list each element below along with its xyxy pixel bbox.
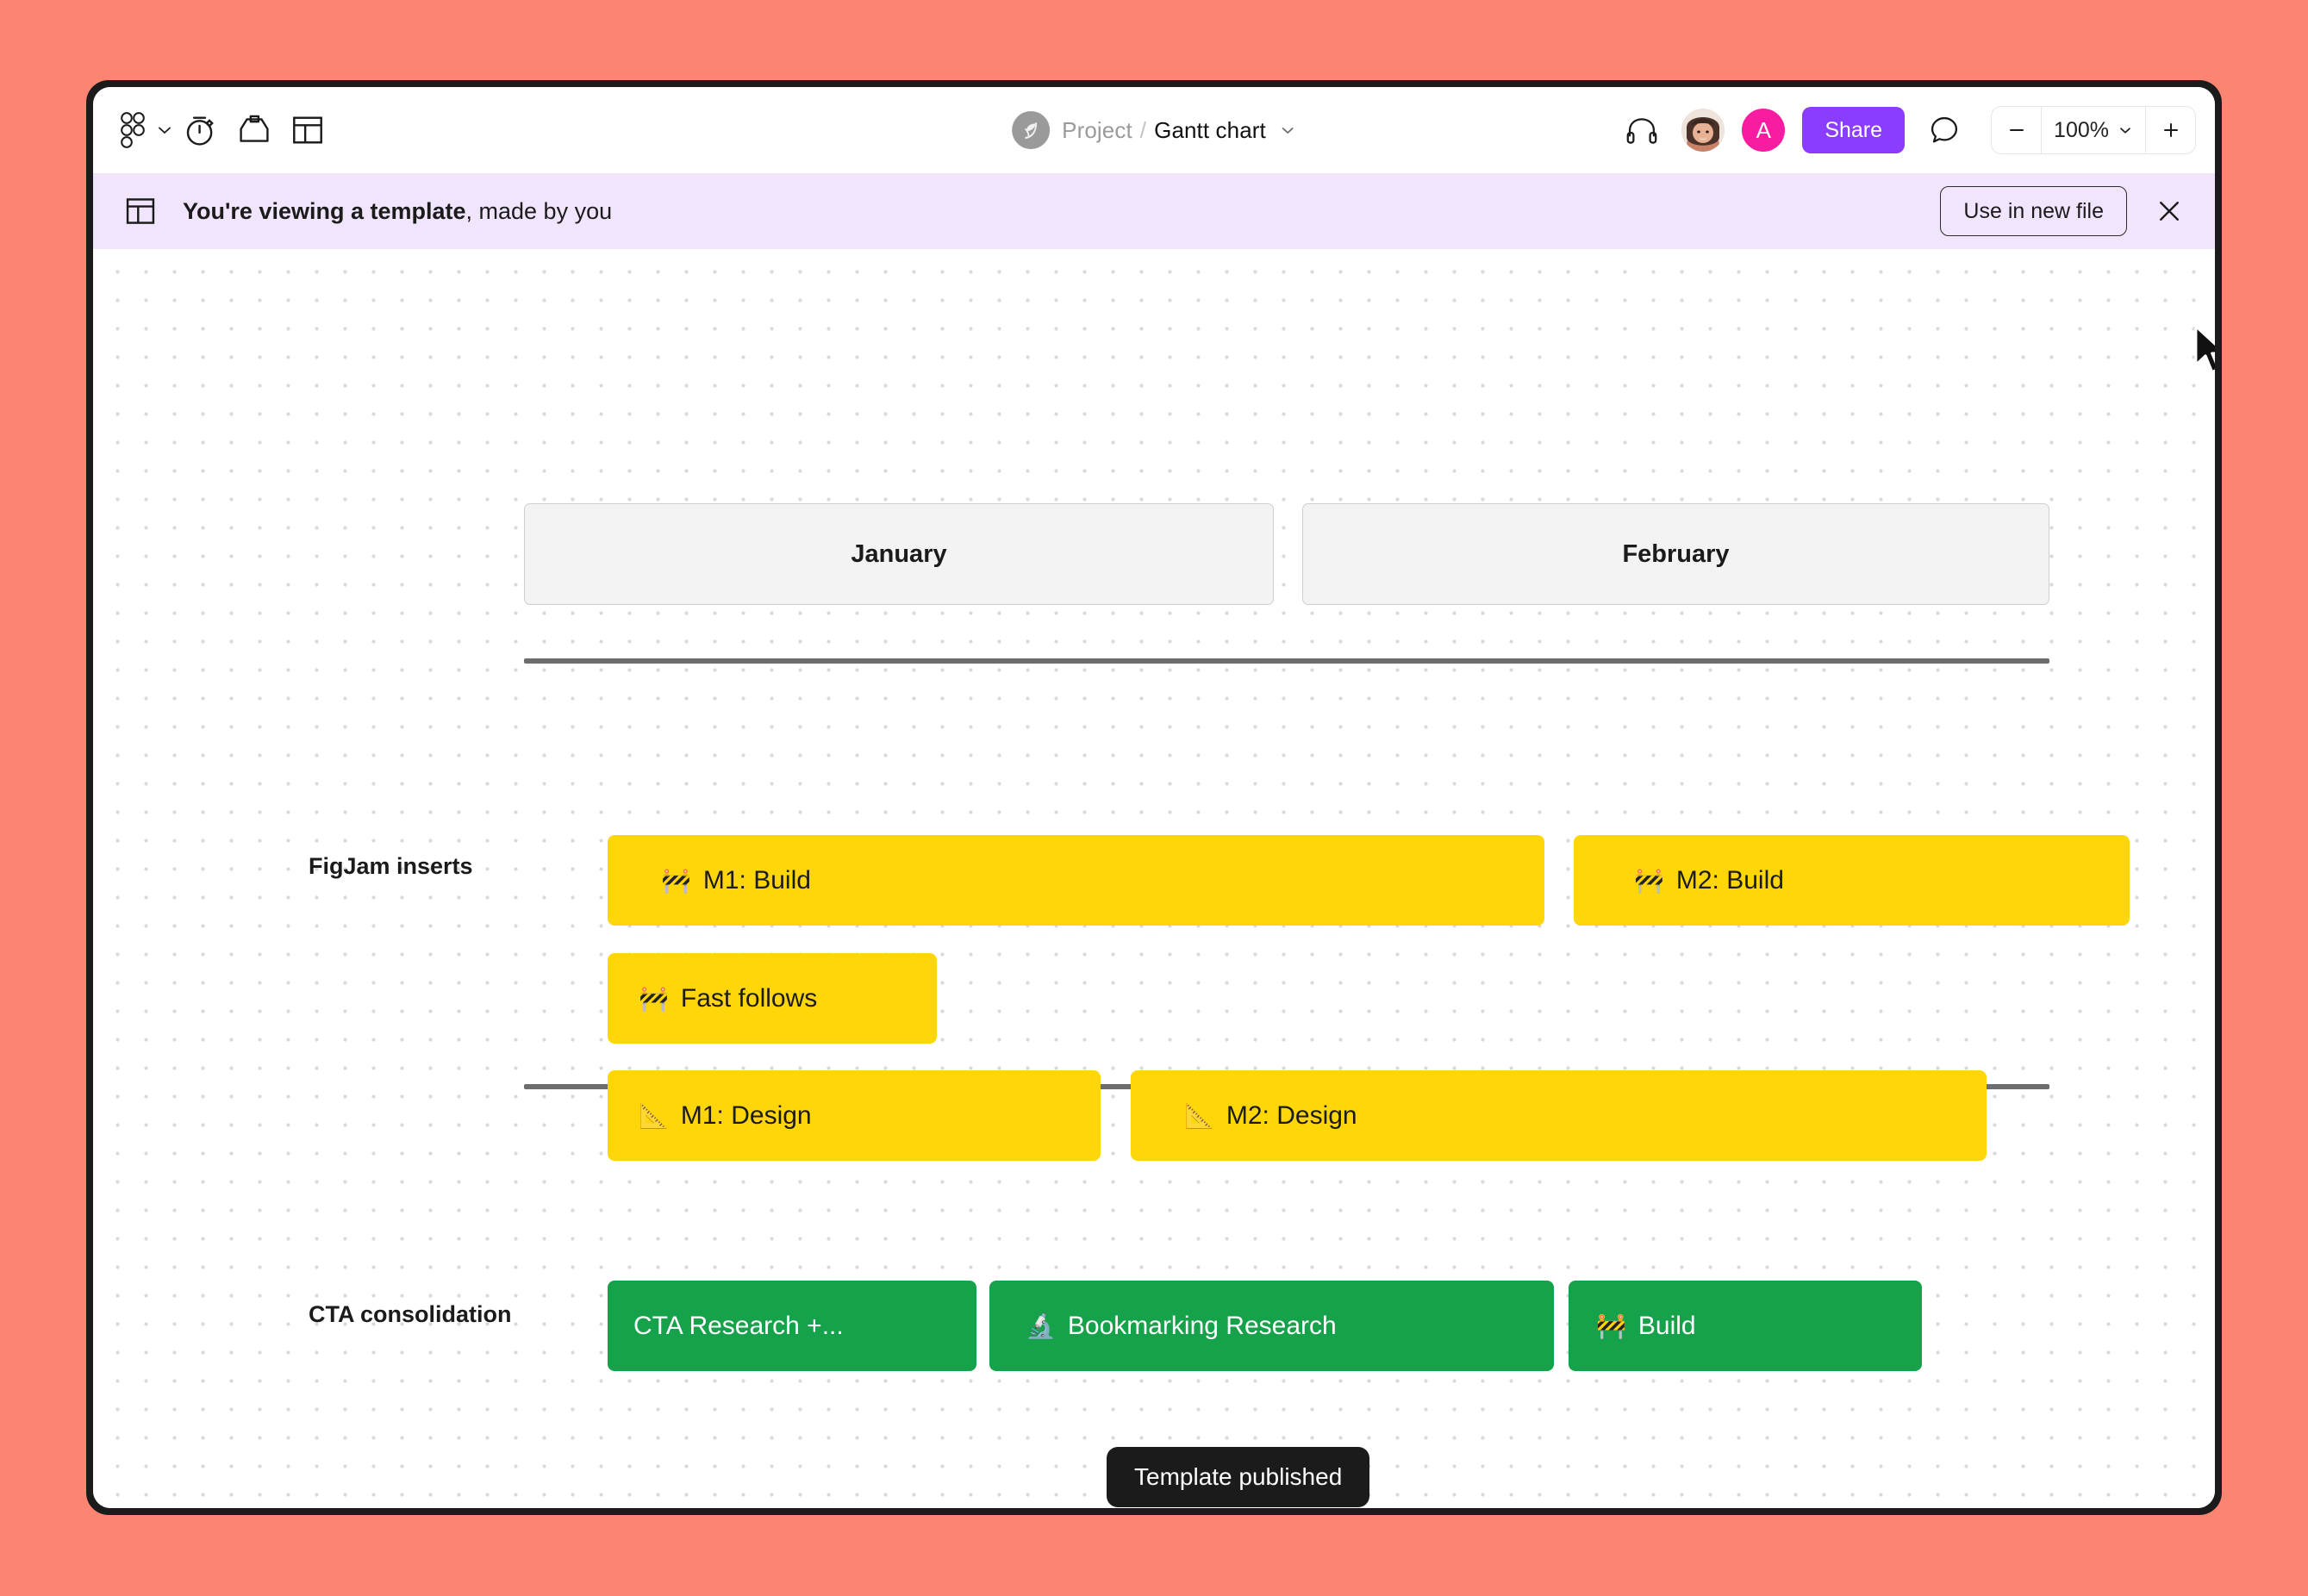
gantt-bar[interactable]: 🚧 M2: Build (1574, 835, 2130, 926)
template-banner-regular-text: , made by you (466, 198, 613, 224)
section-divider (524, 658, 2049, 664)
close-icon[interactable] (2149, 191, 2189, 231)
timer-icon[interactable] (174, 103, 228, 157)
avatar[interactable] (1681, 109, 1725, 152)
top-toolbar: Project / Gantt chart (93, 87, 2215, 173)
microscope-icon: 🔬 (1026, 1314, 1056, 1338)
gantt-bar-label: M2: Design (1226, 1101, 1357, 1131)
gantt-bar-label: M1: Build (703, 866, 811, 895)
top-toolbar-left-group (93, 103, 334, 157)
chevron-down-icon[interactable] (155, 103, 174, 157)
template-banner-actions: Use in new file (1940, 186, 2189, 236)
construction-icon: 🚧 (639, 987, 669, 1011)
avatar-initial[interactable]: A (1742, 109, 1785, 152)
template-layout-icon (124, 196, 157, 227)
gantt-month-header: January February (524, 503, 2049, 605)
row-group-label-figjam-inserts: FigJam inserts (309, 853, 473, 880)
template-banner-bold-text: You're viewing a template (183, 198, 466, 224)
gantt-bar[interactable]: 📐 M1: Design (608, 1070, 1101, 1161)
top-toolbar-right-group: A Share 100% (1619, 87, 2196, 173)
month-column-header[interactable]: January (524, 503, 1274, 605)
gantt-canvas[interactable]: January February FigJam inserts CTA cons… (93, 249, 2215, 1508)
month-column-header[interactable]: February (1302, 503, 2049, 605)
zoom-controls: 100% (1991, 106, 2196, 154)
gantt-bar-label: M2: Build (1676, 866, 1784, 895)
use-in-new-file-button[interactable]: Use in new file (1940, 186, 2127, 236)
gantt-bar[interactable]: 📐 M2: Design (1131, 1070, 1987, 1161)
project-leaf-icon (1012, 111, 1050, 149)
breadcrumb: Project / Gantt chart (1012, 87, 1296, 173)
gantt-bar[interactable]: 🔬 Bookmarking Research (989, 1281, 1554, 1371)
template-layout-icon[interactable] (281, 103, 334, 157)
construction-icon: 🚧 (1634, 869, 1664, 893)
zoom-level-dropdown[interactable]: 100% (2042, 107, 2145, 153)
breadcrumb-separator: / (1140, 117, 1146, 144)
comment-bubble-icon[interactable] (1922, 108, 1967, 153)
gantt-bar-label: CTA Research +... (633, 1312, 844, 1341)
zoom-level-value: 100% (2054, 118, 2109, 143)
gantt-bar[interactable]: 🚧 Build (1569, 1281, 1922, 1371)
gantt-bar-label: Fast follows (681, 984, 817, 1013)
breadcrumb-file-name[interactable]: Gantt chart (1154, 117, 1266, 144)
triangular-ruler-icon: 📐 (1184, 1104, 1214, 1128)
construction-icon: 🚧 (1596, 1314, 1626, 1338)
headphones-icon[interactable] (1619, 108, 1664, 153)
construction-icon: 🚧 (661, 869, 691, 893)
inbox-icon[interactable] (228, 103, 281, 157)
app-screen: Project / Gantt chart (93, 87, 2215, 1508)
gantt-bar[interactable]: 🚧 Fast follows (608, 953, 937, 1044)
share-button[interactable]: Share (1802, 107, 1905, 153)
figma-logo-icon[interactable] (110, 103, 155, 157)
gantt-bar[interactable]: 🚧 M1: Build (608, 835, 1544, 926)
gantt-bar-label: M1: Design (681, 1101, 812, 1131)
chevron-down-icon (2118, 122, 2133, 138)
gantt-bar-label: Bookmarking Research (1068, 1312, 1337, 1341)
zoom-in-button[interactable] (2145, 107, 2195, 153)
breadcrumb-project[interactable]: Project (1062, 117, 1132, 144)
gantt-bar-label: Build (1638, 1312, 1696, 1341)
row-group-label-cta-consolidation: CTA consolidation (309, 1301, 512, 1328)
status-toast: Template published (1107, 1447, 1369, 1507)
device-frame: Project / Gantt chart (86, 80, 2222, 1515)
triangular-ruler-icon: 📐 (639, 1104, 669, 1128)
file-menu-chevron-down-icon[interactable] (1279, 122, 1296, 139)
status-toast-message: Template published (1134, 1463, 1342, 1491)
gantt-bar[interactable]: CTA Research +... (608, 1281, 976, 1371)
zoom-out-button[interactable] (1992, 107, 2042, 153)
template-banner: You're viewing a template, made by you U… (93, 173, 2215, 249)
template-banner-text: You're viewing a template, made by you (183, 198, 612, 225)
